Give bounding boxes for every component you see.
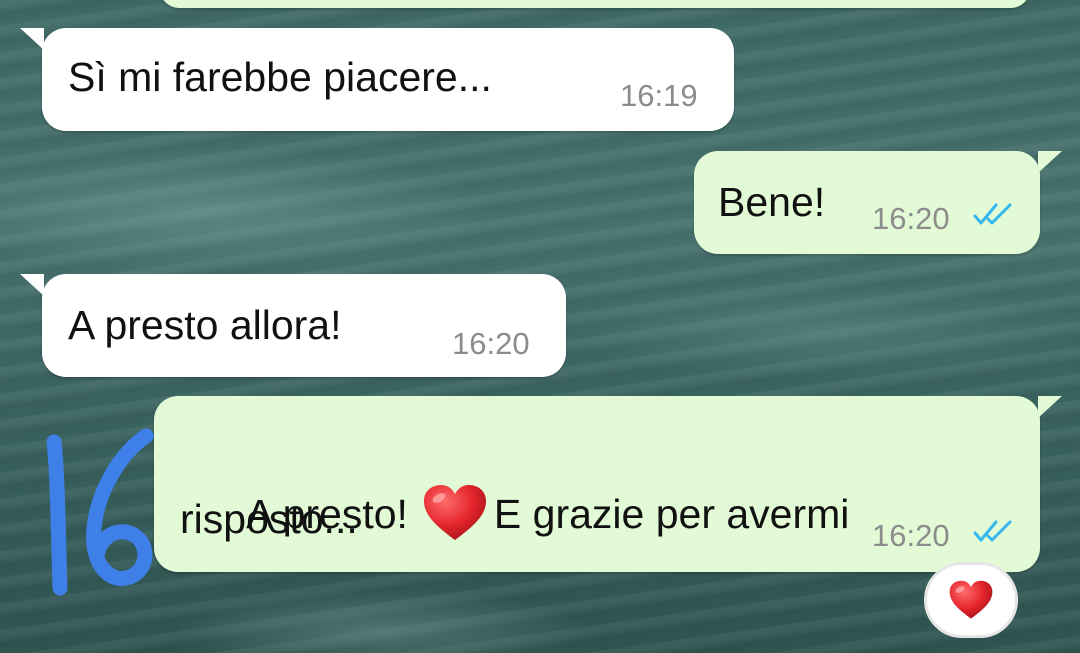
bubble-tail: [20, 28, 44, 50]
bubble-tail: [20, 274, 44, 296]
reaction-badge[interactable]: [924, 562, 1018, 638]
read-receipt-icon: [973, 520, 1012, 542]
message-time: 16:20: [872, 518, 950, 553]
read-receipt-icon: [973, 203, 1012, 225]
heart-reaction-icon: [949, 580, 993, 619]
message-text: Bene!: [718, 179, 826, 225]
message-time: 16:20: [872, 201, 950, 236]
message-text-line-2: risposto...: [180, 496, 358, 542]
message-text: A presto allora!: [68, 302, 342, 348]
chat-screen: Sì mi farebbe piacere... 16:19 Bene! 16:…: [0, 0, 1080, 653]
message-bubble-outgoing-partial[interactable]: [160, 0, 1030, 8]
message-bubble-incoming[interactable]: Sì mi farebbe piacere... 16:19: [20, 28, 734, 131]
heart-emoji-icon: [423, 485, 486, 540]
message-bubble-incoming[interactable]: A presto allora! 16:20: [20, 274, 566, 377]
bubble-tail: [1038, 396, 1062, 418]
bubble-tail: [1038, 151, 1062, 173]
handwritten-annotation-16: [46, 428, 154, 596]
message-text-part: E grazie per avermi: [493, 491, 850, 537]
message-time: 16:20: [452, 326, 530, 361]
message-text: Sì mi farebbe piacere...: [68, 54, 492, 100]
message-bubble-outgoing[interactable]: A presto! E grazie per avermi risposto..…: [154, 396, 1062, 572]
message-bubble-outgoing[interactable]: Bene! 16:20: [694, 151, 1062, 254]
message-time: 16:19: [620, 78, 698, 113]
